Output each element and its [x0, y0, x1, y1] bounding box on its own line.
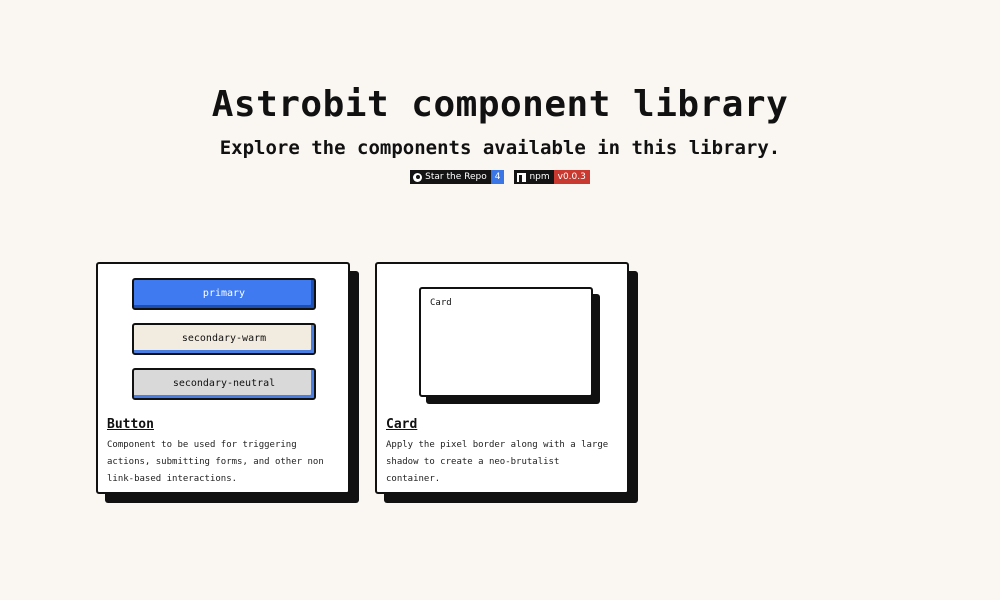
badge-row: Star the Repo 4 npm v0.0.3: [0, 170, 1000, 184]
primary-button[interactable]: primary: [132, 278, 316, 310]
page-subtitle: Explore the components available in this…: [219, 137, 781, 159]
demo-card: Card: [419, 287, 593, 397]
github-icon: [413, 172, 423, 182]
page-title: Astrobit component library: [211, 84, 789, 125]
github-badge-count: 4: [490, 170, 505, 184]
card-panel-title-link[interactable]: Card: [386, 417, 417, 432]
button-panel-description: Component to be used for triggering acti…: [107, 440, 324, 484]
card-component-panel: Card Card Apply the pixel border along w…: [375, 262, 629, 494]
secondary-neutral-button[interactable]: secondary-neutral: [132, 368, 316, 400]
button-component-panel: primary secondary-warm secondary-neutral…: [96, 262, 350, 494]
page: Astrobit component library Explore the c…: [0, 0, 1000, 600]
secondary-warm-button[interactable]: secondary-warm: [132, 323, 316, 355]
demo-card-label: Card: [430, 298, 452, 308]
button-panel-title-link[interactable]: Button: [107, 417, 154, 432]
hero: Astrobit component library Explore the c…: [0, 84, 1000, 184]
github-badge-label-area: Star the Repo: [410, 170, 491, 184]
npm-badge-label-area: npm: [514, 170, 554, 184]
github-badge-label: Star the Repo: [425, 172, 487, 182]
card-panel-description: Apply the pixel border along with a larg…: [386, 440, 609, 484]
npm-badge-version: v0.0.3: [553, 170, 590, 184]
github-stars-badge[interactable]: Star the Repo 4: [410, 170, 505, 184]
npm-icon: [517, 172, 527, 182]
npm-version-badge[interactable]: npm v0.0.3: [514, 170, 590, 184]
npm-badge-label: npm: [529, 172, 550, 182]
